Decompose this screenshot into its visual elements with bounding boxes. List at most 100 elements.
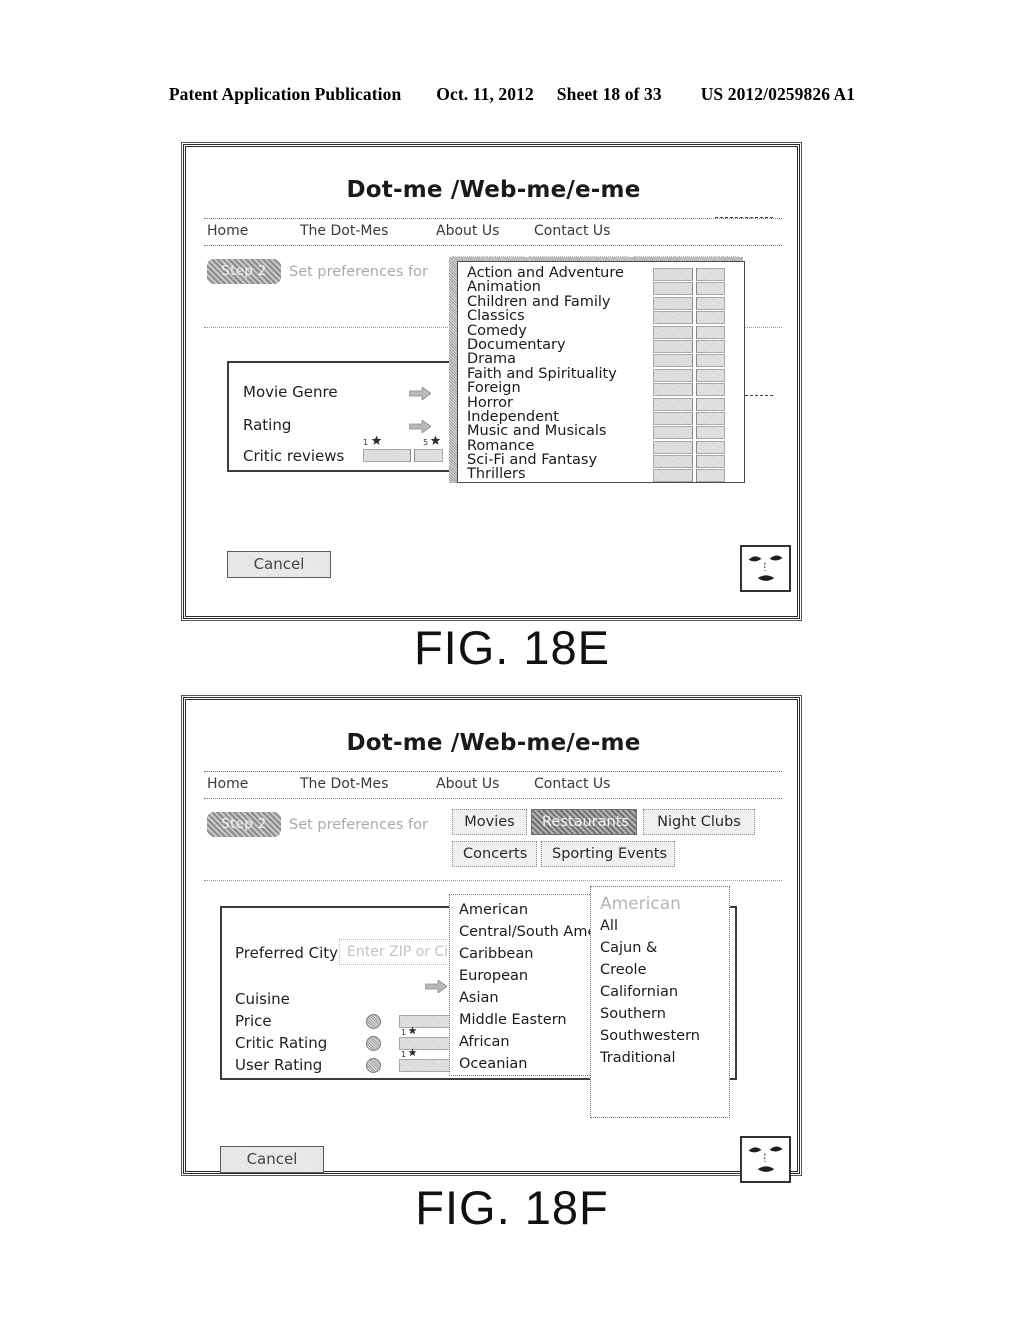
list-item[interactable]: Romance	[458, 438, 744, 454]
list-item[interactable]: Faith and Spirituality	[458, 366, 744, 382]
slider-knob[interactable]	[692, 440, 697, 454]
cancel-button[interactable]: Cancel	[220, 1146, 324, 1173]
genre-weight-slider[interactable]	[653, 383, 725, 397]
field-label-rating: Rating	[243, 416, 292, 434]
star-icon	[408, 1048, 417, 1057]
list-item[interactable]: Animation	[458, 280, 744, 296]
chevron-right-icon[interactable]	[409, 387, 431, 400]
slider-knob[interactable]	[692, 268, 697, 281]
patent-publication-label: Patent Application Publication	[168, 84, 402, 104]
navbar: Home The Dot-Mes About Us Contact Us	[204, 771, 782, 799]
price-radio[interactable]	[366, 1014, 381, 1029]
nav-item-about-us[interactable]: About Us	[436, 223, 499, 239]
nav-item-contact-us[interactable]: Contact Us	[534, 776, 610, 792]
nav-item-contact-us[interactable]: Contact Us	[534, 223, 610, 239]
tab-movies[interactable]: Movies	[452, 809, 527, 835]
list-item[interactable]: Creole	[591, 959, 729, 981]
list-item[interactable]: Oceanian	[450, 1053, 591, 1075]
slider-knob[interactable]	[692, 296, 697, 310]
genre-weight-slider[interactable]	[653, 440, 725, 454]
nav-item-home[interactable]: Home	[207, 776, 248, 792]
list-item[interactable]: Action and Adventure	[458, 266, 744, 281]
critic-rating-radio[interactable]	[366, 1036, 381, 1051]
list-item[interactable]: Cajun &	[591, 937, 729, 959]
list-item[interactable]: Asian	[450, 987, 591, 1009]
list-item[interactable]: Comedy	[458, 323, 744, 339]
tab-sporting-events[interactable]: Sporting Events	[541, 841, 675, 867]
nav-item-home[interactable]: Home	[207, 223, 248, 239]
list-item[interactable]: Californian	[591, 981, 729, 1003]
list-item[interactable]: Traditional	[591, 1047, 729, 1069]
genre-weight-slider[interactable]	[653, 354, 725, 368]
genre-weight-slider[interactable]	[653, 368, 725, 382]
list-item[interactable]: Caribbean	[450, 943, 591, 965]
genre-weight-slider[interactable]	[653, 469, 725, 483]
list-item[interactable]: African	[450, 1031, 591, 1053]
avatar[interactable]	[740, 545, 791, 592]
slider-knob[interactable]	[410, 449, 415, 462]
slider-knob[interactable]	[692, 455, 697, 469]
list-item[interactable]: Southwestern	[591, 1025, 729, 1047]
genre-weight-slider[interactable]	[653, 311, 725, 325]
american-cuisine-submenu[interactable]: American All Cajun & Creole Californian South…	[590, 886, 730, 1118]
chevron-right-icon[interactable]	[409, 420, 431, 433]
genre-weight-slider[interactable]	[653, 282, 725, 296]
app-title: Dot-me /Web-me/e-me	[346, 177, 641, 203]
list-item[interactable]: Thrillers	[458, 467, 744, 483]
slider-knob[interactable]	[692, 368, 697, 382]
list-item[interactable]: Horror	[458, 395, 744, 411]
critic-reviews-slider[interactable]	[363, 449, 443, 462]
movie-genre-dropdown[interactable]: Action and Adventure Animation Children an…	[457, 261, 745, 483]
slider-knob[interactable]	[692, 383, 697, 397]
slider-knob[interactable]	[692, 325, 697, 339]
nav-item-about-us[interactable]: About Us	[436, 776, 499, 792]
slider-knob[interactable]	[692, 411, 697, 425]
list-item[interactable]: European	[450, 965, 591, 987]
step-badge: Step 2	[207, 812, 281, 837]
cancel-button[interactable]: Cancel	[227, 551, 331, 578]
list-item[interactable]: Sci-Fi and Fantasy	[458, 453, 744, 469]
slider-knob[interactable]	[692, 282, 697, 296]
avatar[interactable]	[740, 1136, 791, 1183]
genre-weight-slider[interactable]	[653, 411, 725, 425]
list-item[interactable]: All	[591, 915, 729, 937]
chevron-right-icon[interactable]	[425, 980, 447, 993]
list-item[interactable]: Music and Musicals	[458, 424, 744, 440]
list-item[interactable]: Children and Family	[458, 294, 744, 310]
list-item[interactable]: American	[450, 899, 591, 921]
slider-knob[interactable]	[692, 426, 697, 440]
list-item[interactable]: Classics	[458, 309, 744, 325]
list-item[interactable]: Drama	[458, 352, 744, 368]
slider-knob[interactable]	[692, 469, 697, 483]
step-badge: Step 2	[207, 259, 281, 284]
user-rating-radio[interactable]	[366, 1058, 381, 1073]
genre-weight-slider[interactable]	[653, 339, 725, 353]
list-item[interactable]: Independent	[458, 409, 744, 425]
genre-weight-slider[interactable]	[653, 325, 725, 339]
slider-knob[interactable]	[692, 311, 697, 325]
tab-concerts[interactable]: Concerts	[452, 841, 537, 867]
genre-weight-slider[interactable]	[653, 397, 725, 411]
list-item[interactable]: Middle Eastern	[450, 1009, 591, 1031]
list-item[interactable]: Southern	[591, 1003, 729, 1025]
slider-knob[interactable]	[692, 354, 697, 368]
genre-weight-slider[interactable]	[653, 455, 725, 469]
genre-weight-slider[interactable]	[653, 426, 725, 440]
field-label-user-rating: User Rating	[235, 1056, 323, 1074]
tab-restaurants[interactable]: Restaurants	[531, 809, 637, 835]
list-item[interactable]: Foreign	[458, 381, 744, 397]
step-instruction-label: Set preferences for	[289, 264, 428, 280]
slider-knob[interactable]	[692, 397, 697, 411]
list-item[interactable]: American	[591, 893, 729, 915]
list-item[interactable]: Documentary	[458, 338, 744, 353]
slider-knob[interactable]	[692, 339, 697, 353]
list-item[interactable]: Central/South Ame	[450, 921, 596, 943]
cuisine-dropdown[interactable]: American Central/South Ame Caribbean Europe…	[449, 894, 596, 1076]
nav-item-the-dot-mes[interactable]: The Dot-Mes	[300, 223, 388, 239]
tab-night-clubs[interactable]: Night Clubs	[643, 809, 755, 835]
genre-weight-slider[interactable]	[653, 268, 725, 281]
face-icon	[748, 1146, 783, 1172]
figure-18e-frame: Dot-me /Web-me/e-me Home The Dot-Mes Abo…	[181, 142, 802, 621]
genre-weight-slider[interactable]	[653, 296, 725, 310]
nav-item-the-dot-mes[interactable]: The Dot-Mes	[300, 776, 388, 792]
